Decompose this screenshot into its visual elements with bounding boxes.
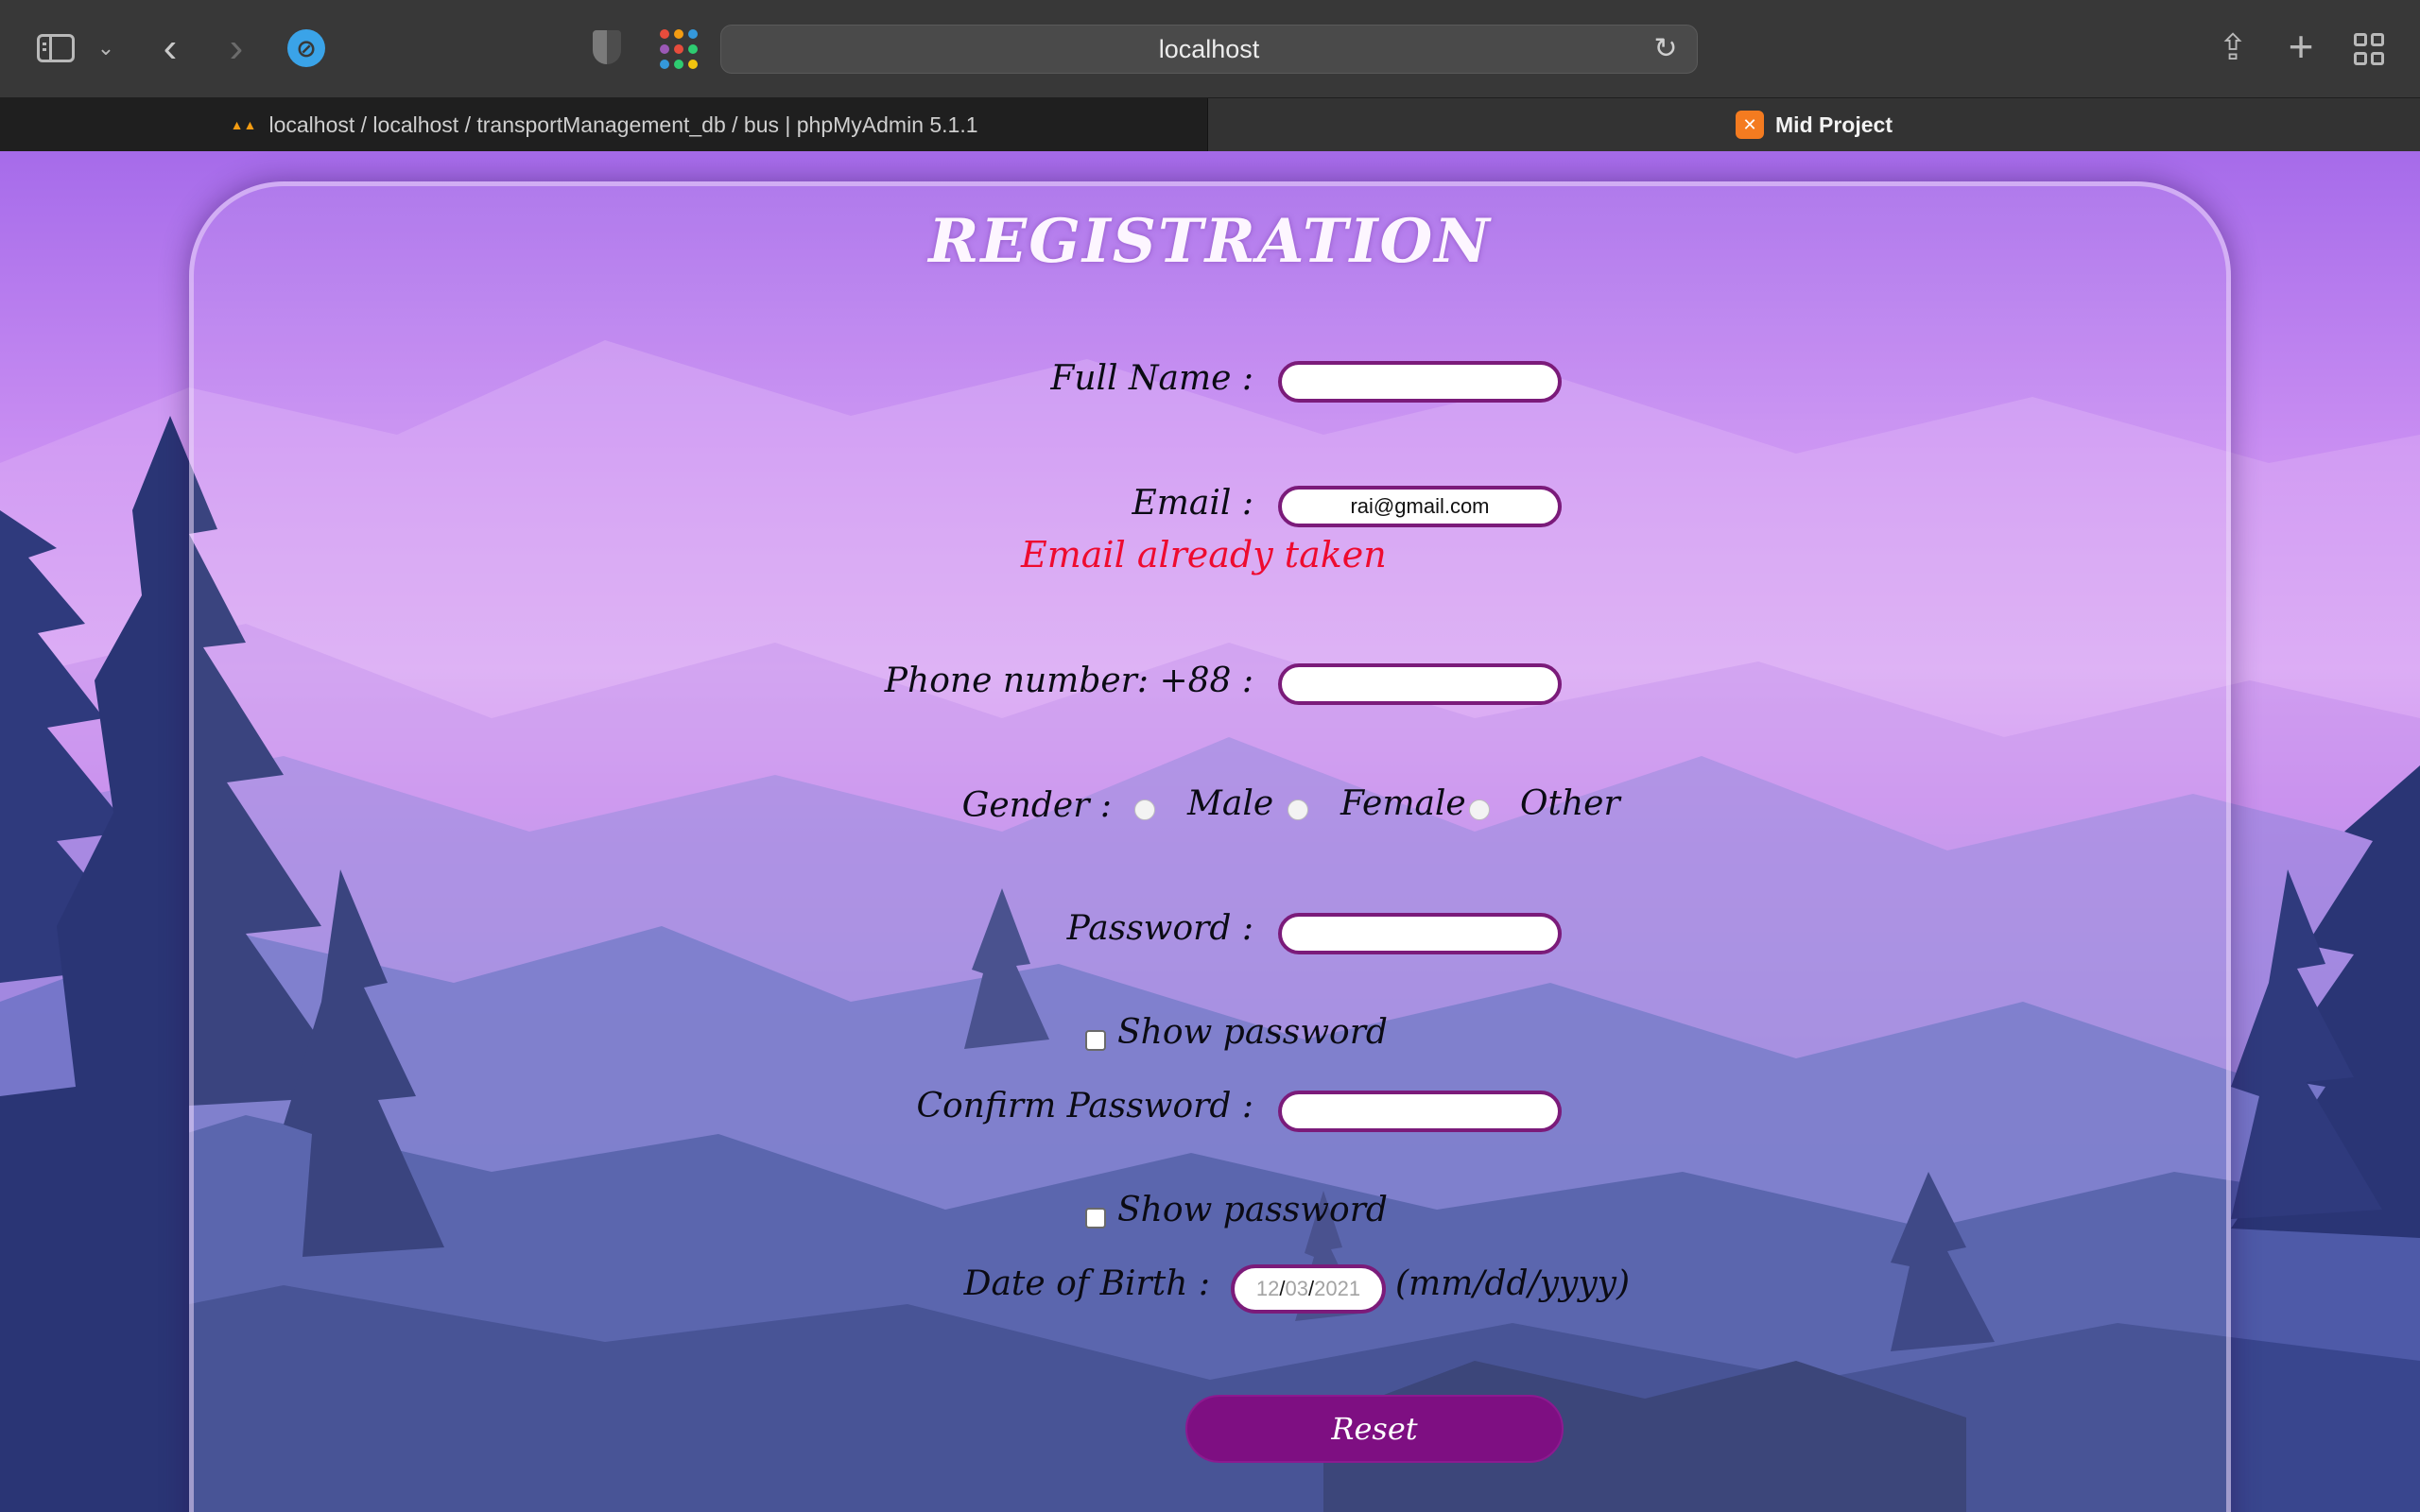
tab-label: Mid Project xyxy=(1775,112,1893,137)
app-dot xyxy=(674,43,683,54)
app-dot xyxy=(660,28,669,39)
gender-other-label: Other xyxy=(1520,784,1620,823)
gender-male-label: Male xyxy=(1187,784,1274,823)
tab-bar: ▲▲ localhost / localhost / transportMana… xyxy=(0,97,2420,151)
new-tab-icon[interactable]: + xyxy=(2280,22,2322,71)
full-name-field[interactable] xyxy=(1278,361,1562,403)
dob-format-hint: (mm/dd/yyyy) xyxy=(1395,1264,1631,1303)
shield-icon[interactable] xyxy=(590,28,624,66)
app-dot xyxy=(688,28,698,39)
tab-label: localhost / localhost / transportManagem… xyxy=(268,112,978,137)
dob-date-field[interactable]: 12/03/2021 xyxy=(1231,1264,1386,1314)
reset-button[interactable]: Reset xyxy=(1185,1395,1564,1463)
back-arrow-icon[interactable]: ‹ xyxy=(151,25,189,72)
sidebar-toggle-icon[interactable] xyxy=(34,30,78,66)
email-field[interactable] xyxy=(1278,486,1562,527)
dob-day[interactable]: 03 xyxy=(1286,1277,1308,1301)
gender-other-radio[interactable] xyxy=(1469,799,1490,820)
reload-icon[interactable]: ↻ xyxy=(1651,35,1680,63)
app-dot xyxy=(688,60,698,70)
dob-month[interactable]: 12 xyxy=(1256,1277,1279,1301)
confirm-password-label: Confirm Password : xyxy=(916,1087,1253,1125)
email-label: Email : xyxy=(1132,484,1253,523)
gender-label: Gender : xyxy=(961,786,1112,825)
tab-overview-square xyxy=(2371,33,2384,46)
chevron-down-icon[interactable]: ⌄ xyxy=(95,34,117,62)
full-name-label: Full Name : xyxy=(1050,359,1253,398)
xampp-icon: ✕ xyxy=(1736,111,1765,139)
show-confirm-password-checkbox[interactable] xyxy=(1085,1208,1106,1228)
browser-toolbar: ⌄ ‹ › ⊘ localhost ↻ ⇪ + xyxy=(0,0,2420,97)
password-field[interactable] xyxy=(1278,913,1562,954)
page-content xyxy=(0,151,2420,1512)
show-confirm-password-label[interactable]: Show password xyxy=(1117,1191,1388,1229)
tab-overview-icon[interactable] xyxy=(2352,32,2386,66)
tab-mid-project[interactable]: ✕ Mid Project xyxy=(1208,98,2420,151)
dob-label: Date of Birth : xyxy=(963,1264,1210,1303)
app-dot xyxy=(688,43,698,54)
app-dot xyxy=(660,60,669,70)
gender-female-radio[interactable] xyxy=(1288,799,1308,820)
app-dot xyxy=(674,60,683,70)
gender-male-radio[interactable] xyxy=(1134,799,1155,820)
show-password-label[interactable]: Show password xyxy=(1117,1013,1388,1052)
tab-overview-square xyxy=(2371,52,2384,65)
password-label: Password : xyxy=(1066,909,1253,948)
share-icon[interactable]: ⇪ xyxy=(2212,25,2254,70)
dob-year[interactable]: 2021 xyxy=(1314,1277,1360,1301)
phpmyadmin-icon: ▲▲ xyxy=(230,117,257,132)
address-text[interactable]: localhost xyxy=(721,26,1697,73)
tab-phpmyadmin[interactable]: ▲▲ localhost / localhost / transportMana… xyxy=(0,98,1208,151)
app-dot xyxy=(674,28,683,39)
confirm-password-field[interactable] xyxy=(1278,1091,1562,1132)
privacy-report-icon[interactable]: ⊘ xyxy=(287,29,325,67)
forward-arrow-icon[interactable]: › xyxy=(217,25,255,72)
address-bar[interactable]: localhost ↻ xyxy=(720,25,1698,74)
page-title: REGISTRATION xyxy=(928,206,1492,277)
app-dot xyxy=(660,43,669,54)
email-error-message: Email already taken xyxy=(1021,534,1387,576)
phone-field[interactable] xyxy=(1278,663,1562,705)
tab-overview-square xyxy=(2354,33,2367,46)
phone-label: Phone number: +88 : xyxy=(884,662,1253,700)
gender-female-label: Female xyxy=(1340,784,1466,823)
apps-grid-icon[interactable] xyxy=(658,28,700,70)
tab-overview-square xyxy=(2354,52,2367,65)
show-password-checkbox[interactable] xyxy=(1085,1030,1106,1051)
